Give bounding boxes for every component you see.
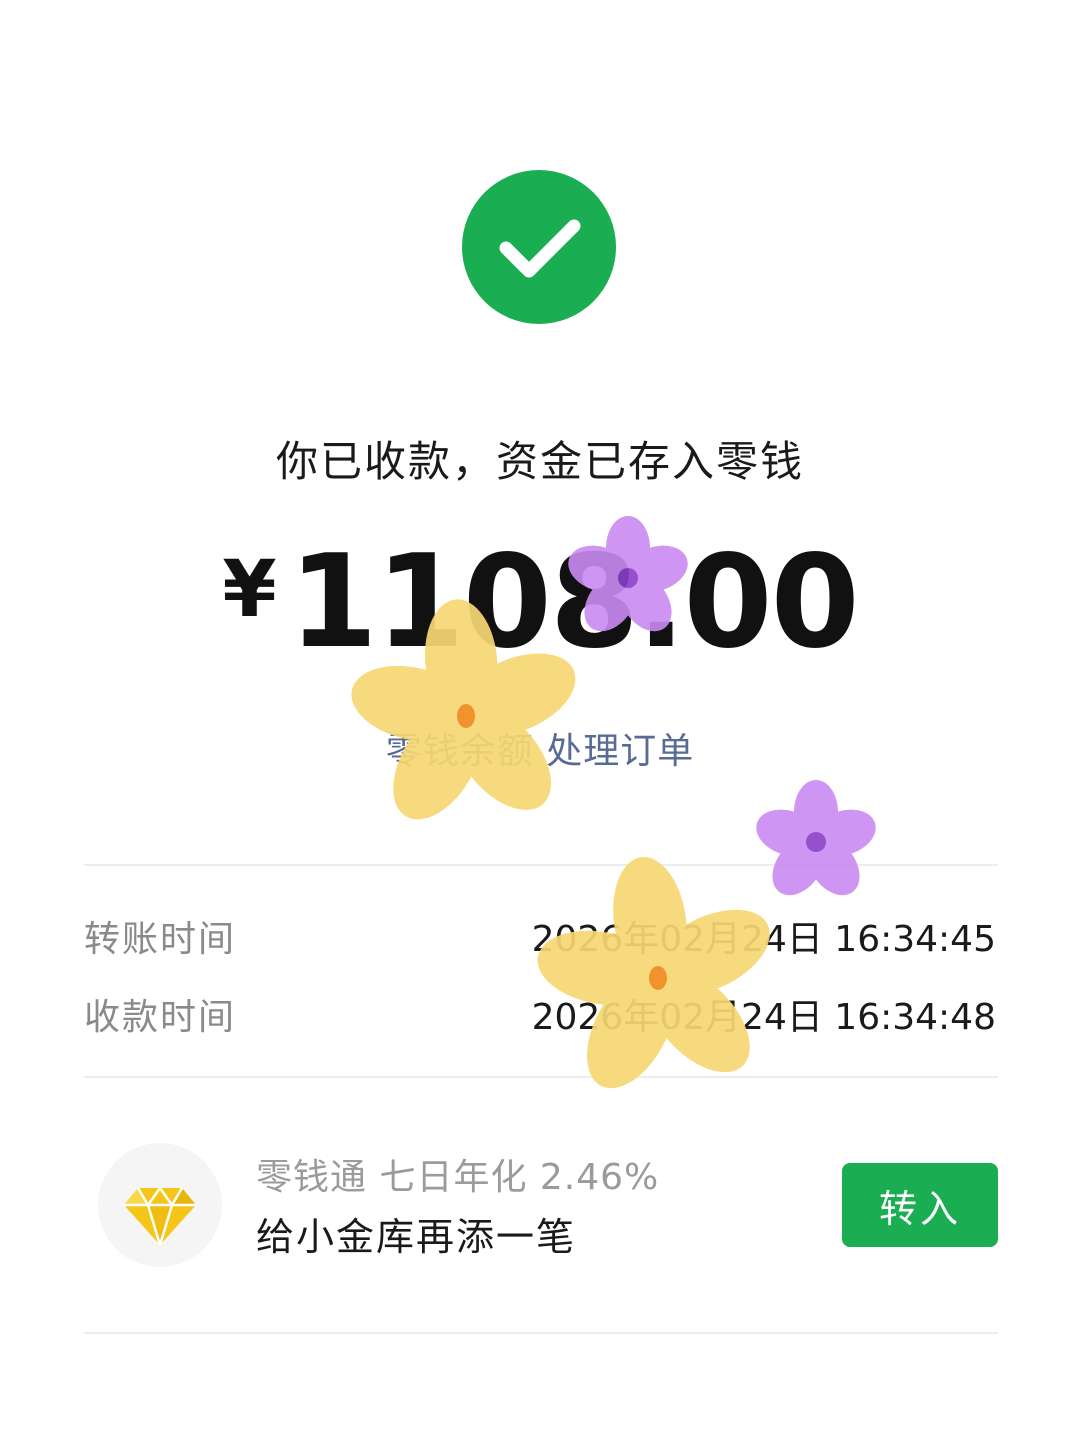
transfer-in-button[interactable]: 转入	[842, 1163, 998, 1247]
divider	[84, 1332, 998, 1334]
amount-display: ¥1108.00	[0, 528, 1080, 677]
transfer-time-label: 转账时间	[84, 919, 237, 960]
receive-time-label: 收款时间	[84, 997, 237, 1038]
balance-link[interactable]: 零钱余额 处理订单	[0, 722, 1080, 774]
transfer-time-value: 2026年02月24日 16:34:45	[531, 919, 996, 960]
diamond-icon	[98, 1143, 222, 1267]
divider	[84, 864, 998, 866]
yellow-flower-sticker	[537, 856, 770, 1089]
promo-title: 给小金库再添一笔	[256, 1215, 577, 1259]
promo-subtitle: 零钱通 七日年化 2.46%	[256, 1157, 660, 1198]
amount-value: 1108.00	[288, 528, 860, 677]
divider	[84, 1076, 998, 1078]
receive-time-value: 2026年02月24日 16:34:48	[531, 997, 996, 1038]
success-check-icon	[462, 170, 616, 324]
purple-flower-sticker	[756, 780, 876, 896]
currency-symbol: ¥	[222, 545, 277, 635]
status-message: 你已收款，资金已存入零钱	[275, 437, 804, 486]
